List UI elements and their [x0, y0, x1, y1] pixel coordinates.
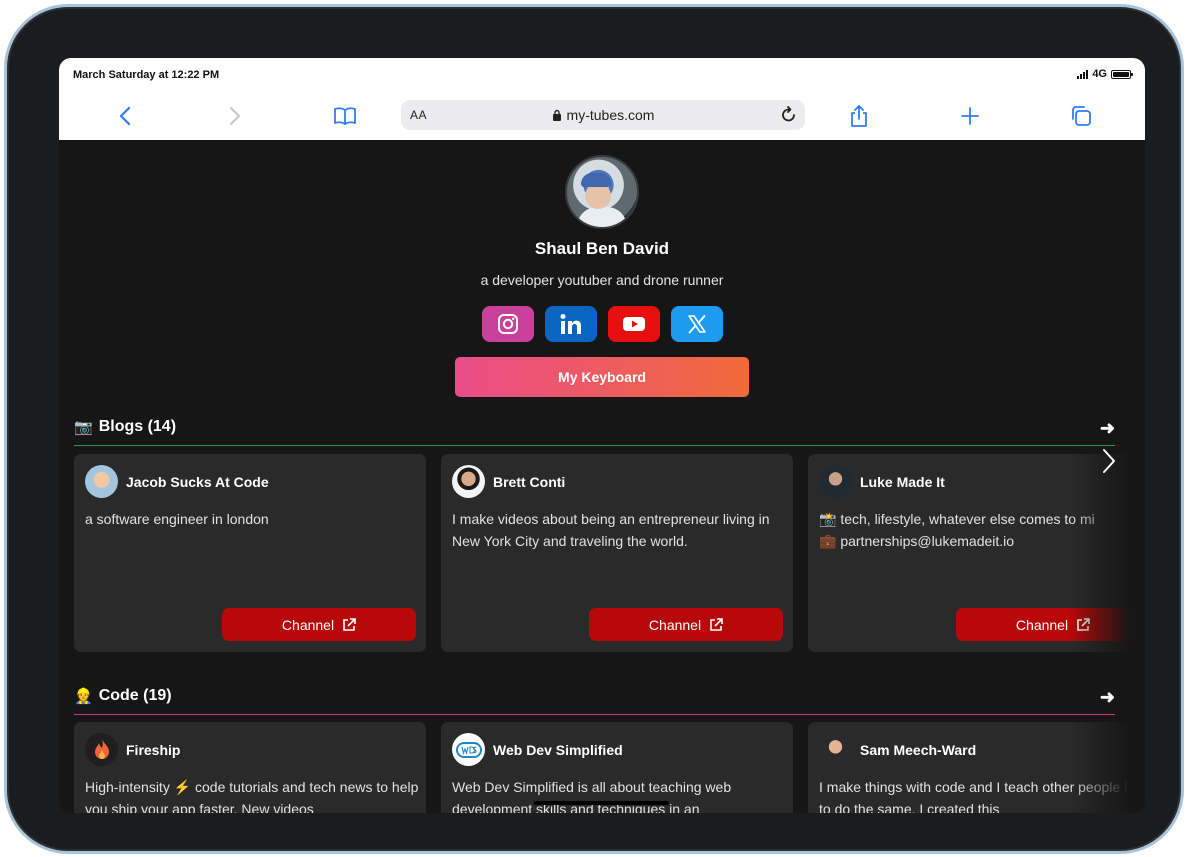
profile-name: Shaul Ben David	[534, 239, 670, 258]
lock-icon	[552, 109, 561, 121]
linkedin-icon	[560, 314, 581, 334]
channel-avatar	[819, 465, 852, 498]
x-icon	[688, 315, 706, 334]
forward-icon[interactable]	[221, 102, 249, 130]
my-keyboard-button[interactable]: My Keyboard	[455, 357, 749, 397]
worker-icon: 👷	[74, 688, 93, 705]
channel-name: Jacob Sucks At Code	[126, 473, 269, 490]
channel-avatar	[452, 465, 485, 498]
section-title: Blogs (14)	[98, 418, 177, 435]
new-tab-icon[interactable]	[956, 102, 984, 130]
channel-avatar	[819, 733, 852, 766]
youtube-button[interactable]	[608, 306, 660, 342]
ipad-frame: March Saturday at 12:22 PM 4G AA my-tube…	[4, 4, 1184, 854]
channel-card[interactable]: Jacob Sucks At Code a software engineer …	[74, 454, 426, 652]
home-indicator	[534, 801, 669, 805]
camera-icon: 📷	[74, 419, 93, 436]
channel-description: a software engineer in london	[85, 511, 269, 527]
section-arrow-icon[interactable]: ➜	[1100, 418, 1115, 439]
x-button[interactable]	[671, 306, 723, 342]
bookmarks-icon[interactable]	[331, 102, 359, 130]
carousel-fade	[1070, 722, 1130, 813]
channel-name: Web Dev Simplified	[493, 741, 623, 758]
external-link-icon	[343, 617, 356, 631]
channel-name: Fireship	[126, 741, 181, 758]
status-indicators: 4G	[1077, 68, 1133, 80]
signal-icon	[1077, 69, 1089, 79]
youtube-icon	[623, 317, 645, 331]
address-bar[interactable]: AA my-tubes.com	[401, 100, 805, 130]
channel-card[interactable]: Luke Made It 📸 tech, lifestyle, whatever…	[808, 454, 1130, 652]
channel-name: Sam Meech-Ward	[860, 741, 977, 758]
channel-button[interactable]: Channel	[589, 608, 783, 641]
channel-card[interactable]: Web Dev Simplified Web Dev Simplified is…	[441, 722, 793, 813]
battery-icon	[1111, 69, 1133, 79]
screen: March Saturday at 12:22 PM 4G AA my-tube…	[59, 58, 1145, 813]
wds-logo-icon	[452, 733, 485, 766]
linkedin-button[interactable]	[545, 306, 597, 342]
section-divider	[74, 714, 1115, 715]
instagram-button[interactable]	[482, 306, 534, 342]
external-link-icon	[710, 617, 723, 631]
channel-name: Brett Conti	[493, 473, 566, 490]
channel-description: Web Dev Simplified is all about teaching…	[452, 779, 732, 813]
safari-toolbar: March Saturday at 12:22 PM 4G AA my-tube…	[59, 58, 1145, 140]
reload-icon[interactable]	[779, 105, 799, 125]
section-header-code: 👷 Code (19) ➜	[74, 687, 1115, 708]
channel-description: High-intensity ⚡ code tutorials and tech…	[85, 779, 419, 813]
channel-button[interactable]: Channel	[222, 608, 416, 641]
section-title: Code (19)	[98, 687, 172, 704]
status-time: March Saturday at 12:22 PM	[73, 69, 220, 81]
carousel-fade	[1070, 454, 1130, 652]
section-header-blogs: 📷 Blogs (14) ➜	[74, 418, 1115, 439]
instagram-icon	[498, 314, 518, 334]
share-icon[interactable]	[845, 102, 873, 130]
tabs-overview-icon[interactable]	[1067, 102, 1095, 130]
channel-card[interactable]: Fireship High-intensity ⚡ code tutorials…	[74, 722, 426, 813]
channel-description: I make videos about being an entrepreneu…	[452, 511, 770, 549]
channel-avatar	[85, 465, 118, 498]
back-icon[interactable]	[111, 102, 139, 130]
social-links	[482, 306, 723, 342]
channel-card[interactable]: Brett Conti I make videos about being an…	[441, 454, 793, 652]
channel-card[interactable]: Sam Meech-Ward I make things with code a…	[808, 722, 1130, 813]
profile-bio: a developer youtuber and drone runner	[480, 272, 724, 288]
fire-icon	[85, 733, 118, 766]
network-label: 4G	[1092, 68, 1107, 80]
carousel-next-icon[interactable]	[1101, 448, 1117, 474]
section-divider	[74, 445, 1115, 446]
section-arrow-icon[interactable]: ➜	[1100, 687, 1115, 708]
profile-avatar	[565, 155, 639, 229]
channel-name: Luke Made It	[860, 473, 945, 490]
url-text: my-tubes.com	[566, 107, 655, 123]
text-size-button[interactable]: AA	[410, 108, 427, 122]
